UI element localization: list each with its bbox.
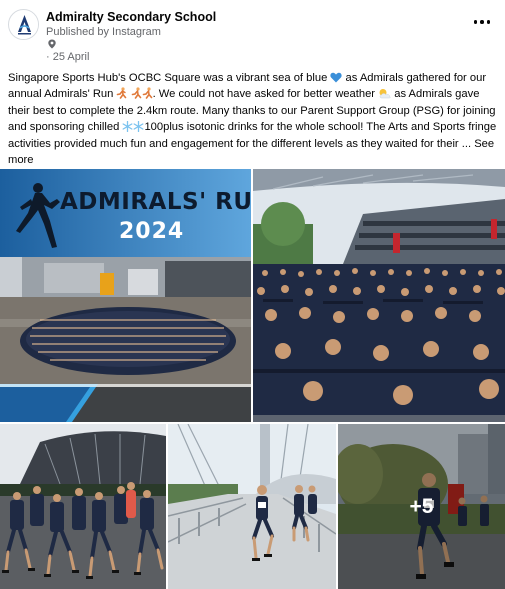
post-date: 25 April [52,51,90,63]
post-caption: Singapore Sports Hub's OCBC Square was a… [8,70,500,168]
runner-emoji [117,87,127,100]
page-name[interactable]: Admiralty Secondary School [46,10,216,24]
runner-emoji [131,87,141,100]
post-header: Admiralty Secondary School Published by … [0,0,505,66]
snowflake-emoji [133,121,144,133]
more-options-icon [473,20,478,24]
post-timestamp[interactable]: · 25 April [46,51,89,63]
runners-bridge-image [168,424,336,589]
facebook-post: Admiralty Secondary School Published by … [0,0,505,589]
caption-text: Singapore Sports Hub's OCBC Square was a… [8,72,331,84]
photo-admirals-run-banner[interactable]: ADMIRALS' RUN 2024 [0,169,251,422]
photo-runners-start[interactable] [0,424,166,589]
more-photos-count: +5 [409,494,434,518]
blue-heart-emoji [330,72,343,83]
school-crest-icon [9,10,38,39]
more-options-button[interactable] [470,12,494,32]
banner-title: ADMIRALS' RUN [60,189,251,215]
runner-emoji [142,87,152,100]
more-photos-overlay[interactable]: +5 [338,424,505,589]
photo-seated-students[interactable] [253,169,505,422]
location-pin-icon [48,39,56,49]
published-by: Published by Instagram [46,26,161,38]
seated-students-image [253,169,505,422]
page-avatar[interactable] [8,9,39,40]
photo-runners-bridge[interactable] [168,424,336,589]
runners-start-image [0,424,166,589]
snowflake-emoji [122,121,133,133]
sun-behind-cloud-emoji [379,89,391,99]
date-separator: · [46,51,50,63]
caption-text: . We could not have asked for better wea… [152,88,379,101]
banner-year: 2024 [119,219,185,244]
photo-runner-finish[interactable]: +5 [338,424,505,589]
